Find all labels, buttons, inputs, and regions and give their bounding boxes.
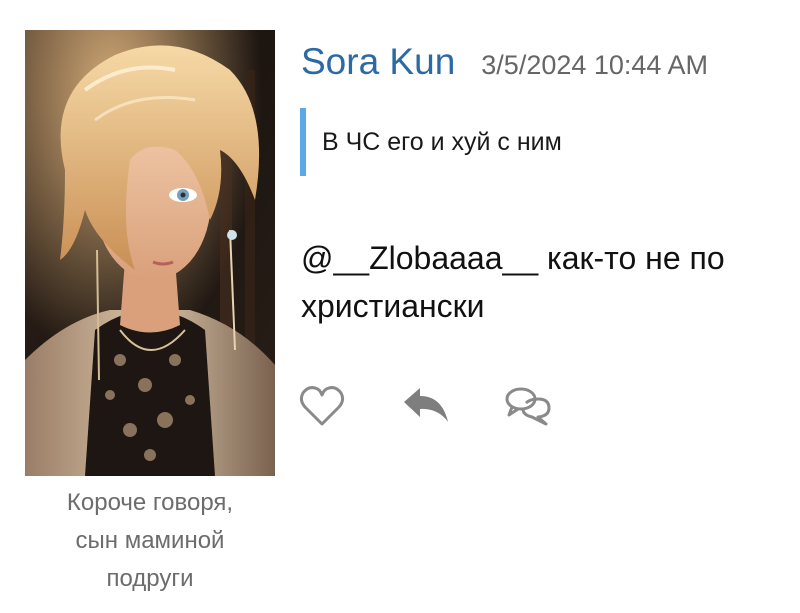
like-button[interactable]: [298, 382, 346, 430]
post-timestamp: 3/5/2024 10:44 AM: [481, 50, 708, 80]
comments-icon: [504, 385, 552, 427]
avatar[interactable]: [25, 30, 275, 476]
heart-icon: [299, 385, 345, 427]
post-actions: [298, 382, 552, 430]
avatar-caption-line: сын маминой: [75, 527, 225, 554]
message-body: @__Zlobaaaa__ как-то не по христиански: [301, 240, 725, 324]
comments-button[interactable]: [504, 382, 552, 430]
username-link[interactable]: Sora Kun: [301, 40, 455, 84]
forum-post: Короче говоря, сын маминой подруги Sora …: [0, 0, 800, 613]
avatar-caption: Короче говоря, сын маминой подруги: [25, 484, 275, 598]
post-header: Sora Kun 3/5/2024 10:44 AM: [301, 40, 708, 84]
reply-button[interactable]: [402, 382, 450, 430]
avatar-column: Короче говоря, сын маминой подруги: [25, 30, 275, 598]
avatar-caption-line: Короче говоря,: [66, 489, 234, 516]
quoted-message[interactable]: В ЧС его и хуй с ним: [300, 108, 562, 176]
avatar-caption-line: подруги: [106, 565, 194, 592]
reply-arrow-icon: [402, 386, 450, 426]
quoted-message-text: В ЧС его и хуй с ним: [322, 127, 562, 156]
